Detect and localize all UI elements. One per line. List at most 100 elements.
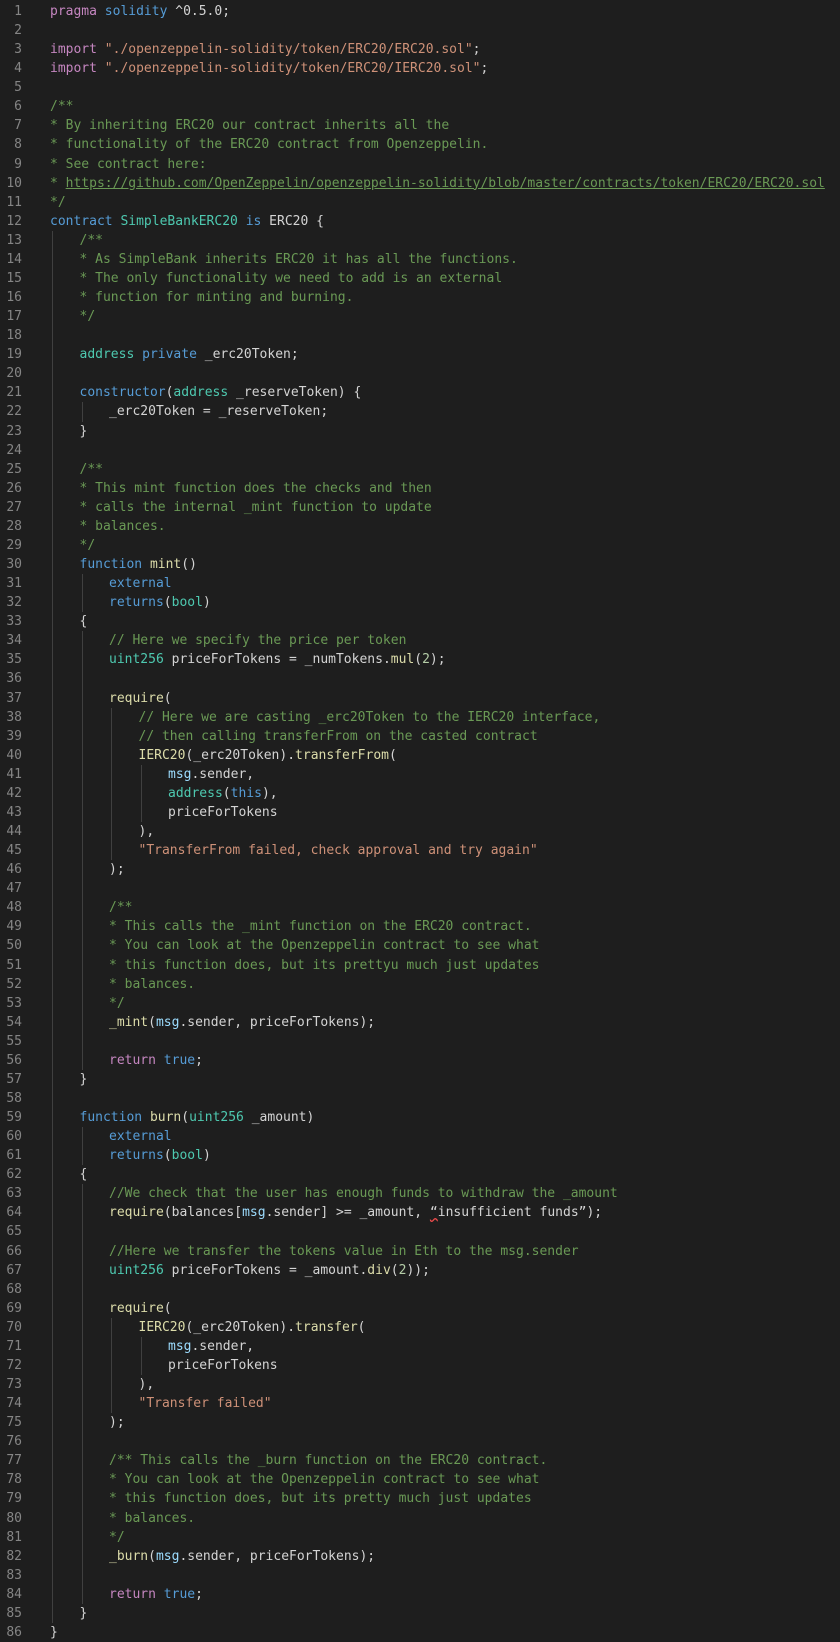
code-line[interactable]: 69 require( xyxy=(0,1299,840,1318)
code-line[interactable]: 85} xyxy=(0,1604,840,1623)
code-line[interactable]: 7 * By inheriting ERC20 our contract inhe… xyxy=(0,116,840,135)
code-line[interactable]: 83 xyxy=(0,1566,840,1585)
code-token: */ xyxy=(79,537,96,553)
code-token: * balances. xyxy=(79,518,166,534)
code-line[interactable]: 79 * this function does, but its pretty m… xyxy=(0,1489,840,1508)
code-line[interactable]: 27 * calls the internal _mint function to… xyxy=(0,498,840,517)
code-line[interactable]: 63 //We check that the user has enough fu… xyxy=(0,1184,840,1203)
code-line[interactable]: 43 priceForTokens xyxy=(0,803,840,822)
code-line[interactable]: 56 return true; xyxy=(0,1051,840,1070)
code-token: constructor xyxy=(79,385,166,401)
code-line[interactable]: 38 // Here we are casting _erc20Token to … xyxy=(0,708,840,727)
code-line[interactable]: 51 * this function does, but its prettyu … xyxy=(0,956,840,975)
code-line[interactable]: 26 * This mint function does the checks a… xyxy=(0,479,840,498)
code-line[interactable]: 3 import "./openzeppelin-solidity/token/E… xyxy=(0,40,840,59)
code-line[interactable]: 53 */ xyxy=(0,994,840,1013)
code-line[interactable]: 67 uint256 priceForTokens = _amount.div(2… xyxy=(0,1261,840,1280)
code-line[interactable]: 4 import "./openzeppelin-solidity/token/E… xyxy=(0,59,840,78)
code-line[interactable]: 34 // Here we specify the price per token xyxy=(0,631,840,650)
code-editor[interactable]: 1 pragma solidity ^0.5.0; 2 3 import "./open… xyxy=(0,0,840,1641)
code-line[interactable]: 72 priceForTokens xyxy=(0,1356,840,1375)
code-line[interactable]: 1 pragma solidity ^0.5.0; xyxy=(0,2,840,21)
code-line[interactable]: 11 */ xyxy=(0,193,840,212)
line-number: 72 xyxy=(6,1357,22,1373)
code-line[interactable]: 58 xyxy=(0,1089,840,1108)
code-token: ) xyxy=(202,595,211,611)
code-line[interactable]: 64 require(balances[msg.sender] >= _amoun… xyxy=(0,1203,840,1222)
code-line[interactable]: 24 xyxy=(0,441,840,460)
code-line[interactable]: 33 { xyxy=(0,612,840,631)
code-line[interactable]: 82 _burn(msg.sender, priceForTokens); xyxy=(0,1547,840,1566)
code-line[interactable]: 9 * See contract here: xyxy=(0,155,840,174)
code-line[interactable]: 44), xyxy=(0,822,840,841)
code-line[interactable]: 71 msg.sender, xyxy=(0,1337,840,1356)
code-line[interactable]: 35 uint256 priceForTokens = _numTokens.mu… xyxy=(0,650,840,669)
code-line[interactable]: 16 * function for minting and burning. xyxy=(0,288,840,307)
code-line[interactable]: 50 * You can look at the Openzeppelin con… xyxy=(0,936,840,955)
code-line[interactable]: 70 IERC20(_erc20Token).transfer( xyxy=(0,1318,840,1337)
code-line[interactable]: 61 returns(bool) xyxy=(0,1146,840,1165)
code-token: } xyxy=(50,1624,58,1640)
code-line[interactable]: 18 xyxy=(0,326,840,345)
code-line[interactable]: 6 /** xyxy=(0,97,840,116)
code-line[interactable]: 47 xyxy=(0,879,840,898)
code-line[interactable]: 29 */ xyxy=(0,536,840,555)
code-line[interactable]: 57} xyxy=(0,1070,840,1089)
code-line[interactable]: 80 * balances. xyxy=(0,1509,840,1528)
code-line[interactable]: 36 xyxy=(0,669,840,688)
code-line[interactable]: 60 external xyxy=(0,1127,840,1146)
code-line[interactable]: 31 external xyxy=(0,574,840,593)
code-line[interactable]: 14 * As SimpleBank inherits ERC20 it has … xyxy=(0,250,840,269)
code-line[interactable]: 42 address(this), xyxy=(0,784,840,803)
code-line[interactable]: 45 "TransferFrom failed, check approval a… xyxy=(0,841,840,860)
code-line[interactable]: 28 * balances. xyxy=(0,517,840,536)
code-line[interactable]: 8 * functionality of the ERC20 contract f… xyxy=(0,135,840,154)
code-line[interactable]: 59 function burn(uint256 _amount) xyxy=(0,1108,840,1127)
code-line[interactable]: 48 /** xyxy=(0,898,840,917)
code-line[interactable]: 20 xyxy=(0,364,840,383)
code-line[interactable]: 76 xyxy=(0,1432,840,1451)
code-line[interactable]: 23} xyxy=(0,422,840,441)
code-line[interactable]: 49 * This calls the _mint function on the… xyxy=(0,917,840,936)
code-line[interactable]: 13 /** xyxy=(0,231,840,250)
code-line[interactable]: 78 * You can look at the Openzeppelin con… xyxy=(0,1470,840,1489)
code-line[interactable]: 46); xyxy=(0,860,840,879)
code-line[interactable]: 73), xyxy=(0,1375,840,1394)
code-line[interactable]: 84 return true; xyxy=(0,1585,840,1604)
code-line[interactable]: 19 address private _erc20Token; xyxy=(0,345,840,364)
code-line[interactable]: 86} xyxy=(0,1623,840,1642)
code-line[interactable]: 62 { xyxy=(0,1165,840,1184)
code-token: "./openzeppelin-solidity/token/ERC20/ERC… xyxy=(104,42,473,58)
code-line[interactable]: 65 xyxy=(0,1222,840,1241)
code-token[interactable]: https://github.com/OpenZeppelin/openzepp… xyxy=(66,176,825,191)
code-line[interactable]: 54 _mint(msg.sender, priceForTokens); xyxy=(0,1013,840,1032)
code-line[interactable]: 74 "Transfer failed" xyxy=(0,1394,840,1413)
code-line[interactable]: 39 // then calling transferFrom on the ca… xyxy=(0,727,840,746)
code-token: */ xyxy=(109,1529,125,1545)
code-line[interactable]: 17 */ xyxy=(0,307,840,326)
code-token: */ xyxy=(79,309,96,325)
code-line[interactable]: 30 function mint() xyxy=(0,555,840,574)
code-line[interactable]: 77 /** This calls the _burn function on t… xyxy=(0,1451,840,1470)
code-line[interactable]: 12 contract SimpleBankERC20 is ERC20 { xyxy=(0,212,840,231)
code-line[interactable]: 68 xyxy=(0,1280,840,1299)
code-line[interactable]: 41 msg.sender, xyxy=(0,765,840,784)
code-line[interactable]: 81 */ xyxy=(0,1528,840,1547)
code-line[interactable]: 37 require( xyxy=(0,689,840,708)
code-line[interactable]: 55 xyxy=(0,1032,840,1051)
code-line[interactable]: 22 _erc20Token = _reserveToken; xyxy=(0,402,840,421)
code-line[interactable]: 66 //Here we transfer the tokens value in… xyxy=(0,1242,840,1261)
code-token: .sender, xyxy=(191,1338,255,1354)
code-line[interactable]: 15 * The only functionality we need to ad… xyxy=(0,269,840,288)
code-line[interactable]: 40 IERC20(_erc20Token).transferFrom( xyxy=(0,746,840,765)
code-line[interactable]: 10 * https://github.com/OpenZeppelin/open… xyxy=(0,174,840,193)
code-line[interactable]: 75); xyxy=(0,1413,840,1432)
code-line[interactable]: 52 * balances. xyxy=(0,975,840,994)
code-line[interactable]: 32 returns(bool) xyxy=(0,593,840,612)
code-text: { xyxy=(80,612,88,631)
code-line[interactable]: 25 /** xyxy=(0,460,840,479)
code-line[interactable]: 2 xyxy=(0,21,840,40)
code-line[interactable]: 5 xyxy=(0,78,840,97)
code-line[interactable]: 21 constructor(address _reserveToken) { xyxy=(0,383,840,402)
